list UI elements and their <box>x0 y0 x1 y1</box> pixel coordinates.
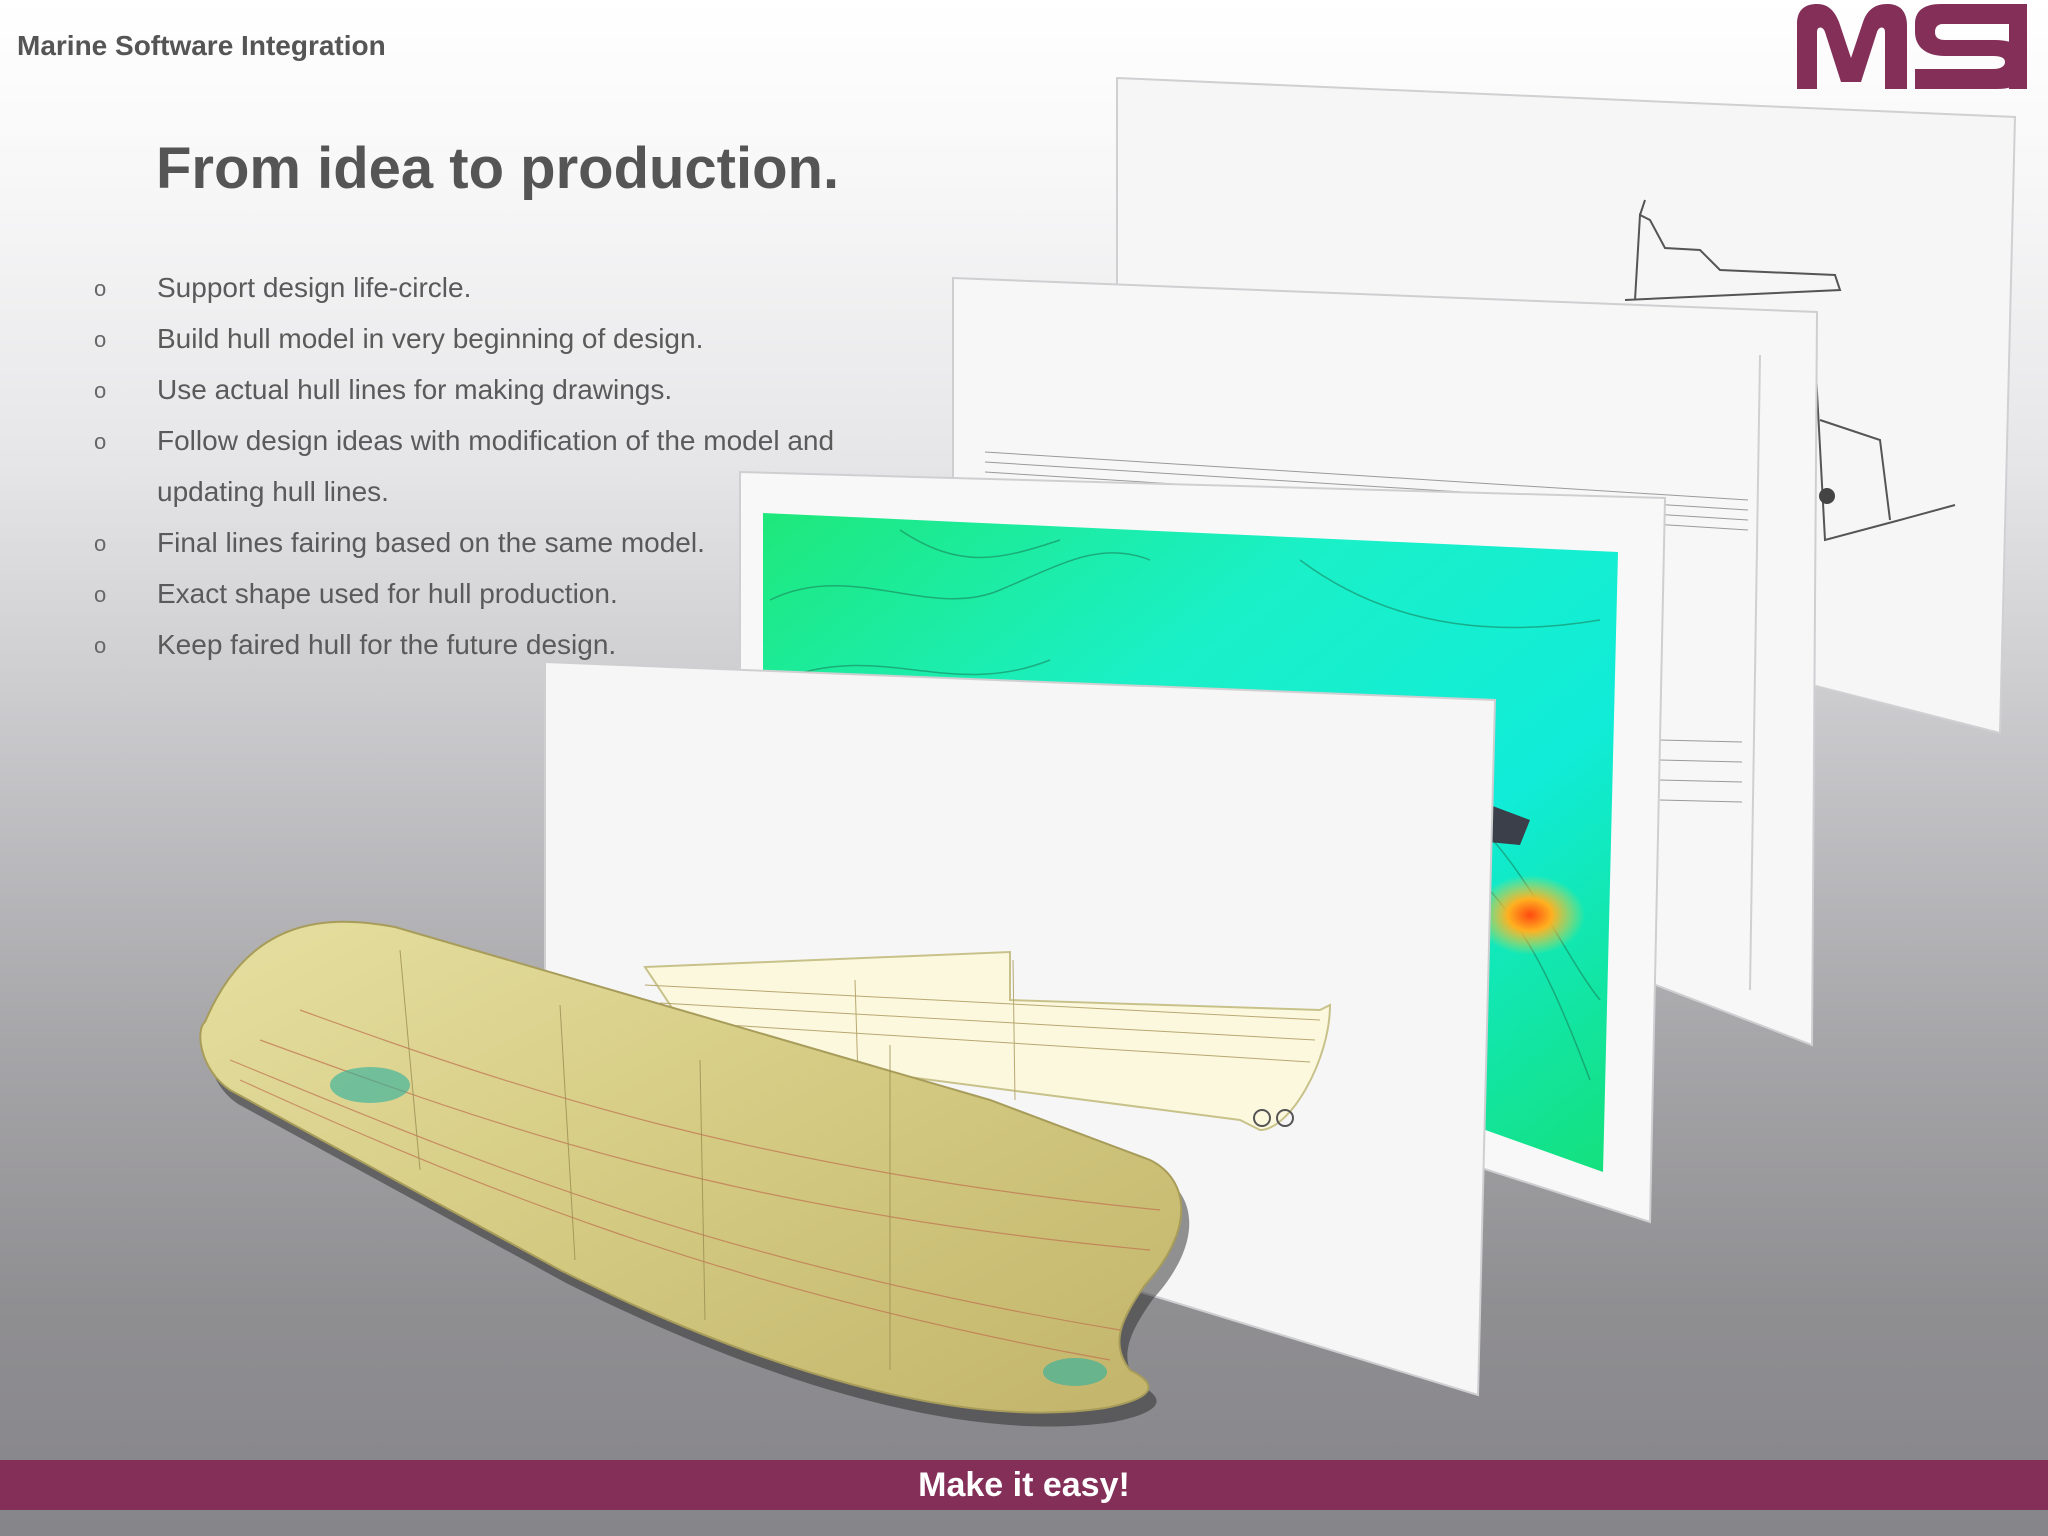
hull-design-illustration <box>199 76 2017 1427</box>
footer-slogan: Make it easy! <box>918 1466 1130 1504</box>
